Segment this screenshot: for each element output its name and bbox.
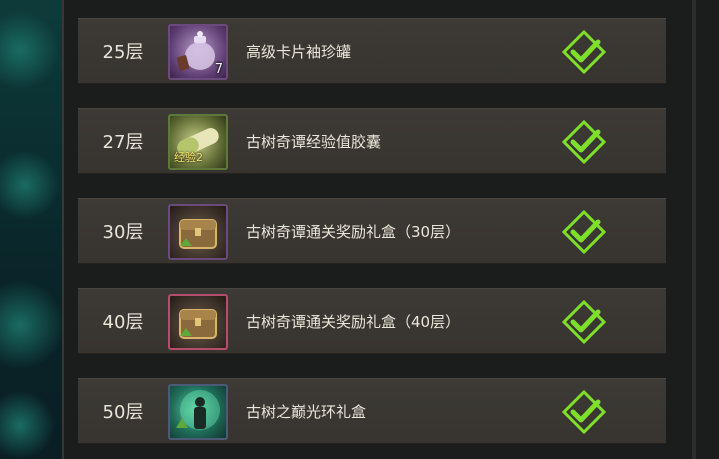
floor-label: 25层 [102, 42, 144, 63]
claimed-check-icon [562, 30, 606, 74]
chest-icon[interactable] [168, 294, 228, 350]
panel-edge [692, 0, 719, 459]
aura-box-icon-art [176, 390, 220, 430]
chest-icon-art [179, 219, 217, 249]
floor-label: 27层 [102, 132, 144, 153]
claimed-check-icon [562, 300, 606, 344]
scrollbar[interactable] [692, 0, 696, 459]
reward-name: 古树奇谭经验值胶囊 [246, 132, 382, 151]
reward-row: 40层 古树奇谭通关奖励礼盒（40层） [78, 288, 666, 354]
floor-label: 30层 [102, 222, 144, 243]
reward-row: 27层 经验2 古树奇谭经验值胶囊 [78, 108, 666, 174]
capsule-icon[interactable]: 经验2 [168, 114, 228, 170]
reward-row: 50层 古树之巅光环礼盒 [78, 378, 666, 444]
item-count: 7 [214, 62, 223, 77]
aura-box-icon[interactable] [168, 384, 228, 440]
reward-name: 古树奇谭通关奖励礼盒（40层） [246, 312, 461, 331]
background-forest [0, 0, 62, 459]
reward-row: 25层 7 高级卡片袖珍罐 [78, 18, 666, 84]
item-tag: 经验2 [174, 151, 203, 164]
chest-icon[interactable] [168, 204, 228, 260]
chest-icon-art [179, 309, 217, 339]
reward-name: 古树奇谭通关奖励礼盒（30层） [246, 222, 461, 241]
jar-icon[interactable]: 7 [168, 24, 228, 80]
claimed-check-icon [562, 120, 606, 164]
claimed-check-icon [562, 390, 606, 434]
reward-row: 30层 古树奇谭通关奖励礼盒（30层） [78, 198, 666, 264]
floor-label: 40层 [102, 312, 144, 333]
floor-label: 50层 [102, 402, 144, 423]
claimed-check-icon [562, 210, 606, 254]
reward-name: 古树之巅光环礼盒 [246, 402, 367, 421]
reward-name: 高级卡片袖珍罐 [246, 42, 352, 61]
